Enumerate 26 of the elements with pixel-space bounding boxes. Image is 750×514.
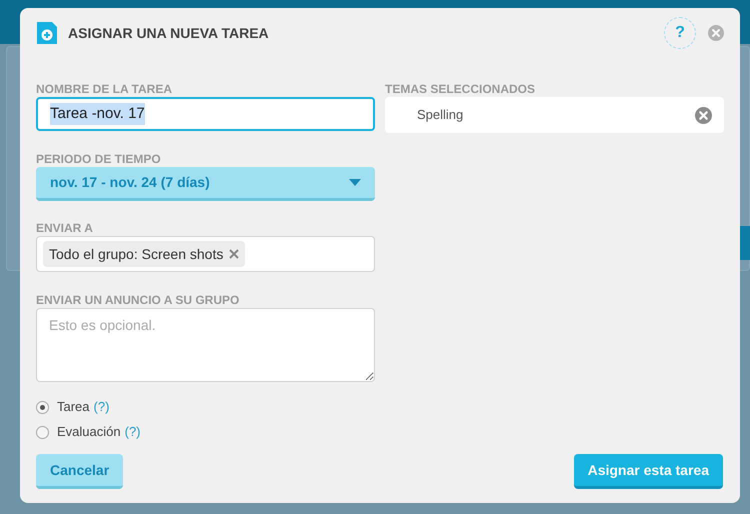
assign-button[interactable]: Asignar esta tarea xyxy=(574,454,723,489)
radio-button[interactable] xyxy=(36,426,49,438)
field-label: ENVIAR A xyxy=(36,220,94,234)
radio-label: Evaluación xyxy=(57,423,121,442)
field-label: ENVIAR UN ANUNCIO A SU GRUPO xyxy=(36,292,240,306)
field-label: PERIODO DE TIEMPO xyxy=(36,151,162,165)
task-name-field[interactable]: Tarea -nov. 17 xyxy=(36,97,375,131)
caret-icon xyxy=(349,179,361,186)
remove-icon[interactable] xyxy=(695,106,712,124)
help-button[interactable]: ? xyxy=(664,17,696,49)
help-link[interactable]: (?) xyxy=(124,422,140,442)
field-label: NOMBRE DE LA TAREA xyxy=(36,81,173,95)
remove-icon[interactable] xyxy=(229,249,240,259)
field-label: TEMAS SELECCIONADOS xyxy=(385,81,536,95)
help-link[interactable]: (?) xyxy=(94,397,110,417)
radio-button[interactable] xyxy=(36,400,49,414)
period-dropdown[interactable]: nov. 17 - nov. 24 (7 días) xyxy=(36,167,375,201)
close-icon[interactable] xyxy=(708,25,724,41)
cancel-button[interactable]: Cancelar xyxy=(36,454,124,489)
radio-label: Tarea xyxy=(57,398,90,416)
tag-label: Todo el grupo: Screen shots xyxy=(49,244,224,264)
document-plus-icon xyxy=(36,21,58,45)
topic-label: Spelling xyxy=(417,106,464,124)
dialog-title: ASIGNAR UNA NUEVA TAREA xyxy=(68,24,269,42)
recipients-field[interactable]: Todo el grupo: Screen shots xyxy=(36,236,375,272)
announcement-field[interactable]: Esto es opcional. xyxy=(36,308,375,382)
